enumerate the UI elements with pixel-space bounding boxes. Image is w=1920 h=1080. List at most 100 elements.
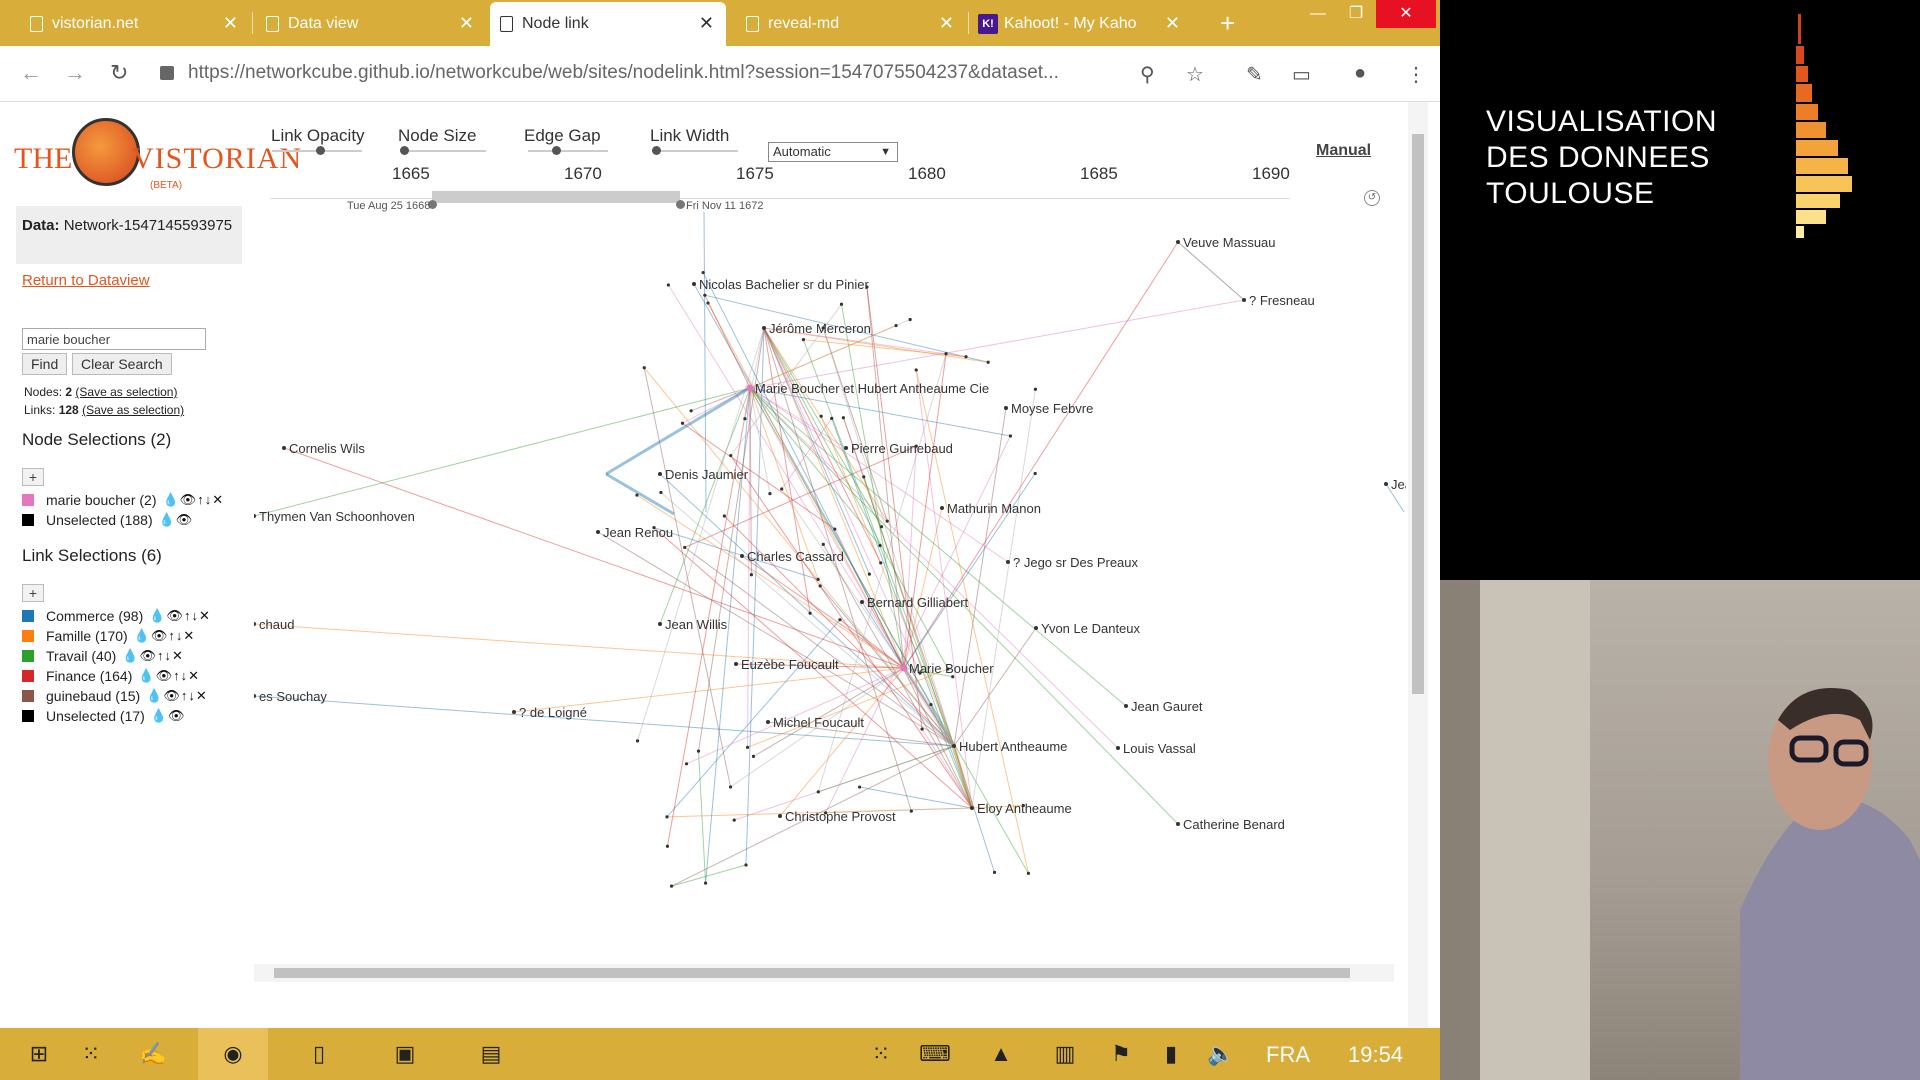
selection-row[interactable]: guinebaud (15) 💧👁↑↓✕ [22, 687, 208, 705]
graph-node[interactable] [1034, 626, 1038, 630]
graph-node[interactable] [1004, 406, 1008, 410]
node-size-slider[interactable] [400, 150, 486, 152]
reload-icon[interactable]: ↻ [110, 60, 128, 86]
graph-node[interactable] [1242, 298, 1246, 302]
graph-node[interactable] [666, 283, 670, 287]
clear-search-button[interactable]: Clear Search [72, 353, 172, 375]
node-label[interactable]: Cornelis Wils [289, 441, 365, 456]
vertical-scrollbar[interactable] [1408, 102, 1428, 1028]
graph-node[interactable] [665, 815, 669, 819]
graph-node[interactable] [680, 421, 685, 425]
timeline-end-handle[interactable] [676, 200, 685, 209]
graph-node[interactable] [254, 694, 256, 698]
graph-node[interactable] [596, 530, 600, 534]
graph-node[interactable] [692, 282, 696, 286]
search-input[interactable] [22, 328, 206, 350]
graph-node[interactable] [254, 622, 256, 626]
manual-link[interactable]: Manual [1316, 142, 1371, 160]
graph-node[interactable] [744, 863, 748, 867]
node-label[interactable]: Jea [1391, 477, 1406, 492]
graph-node[interactable] [729, 453, 733, 458]
back-icon[interactable]: ← [20, 60, 42, 86]
graph-node[interactable] [839, 302, 844, 306]
close-icon[interactable]: ✕ [699, 13, 714, 34]
node-label[interactable]: Euzèbe Foucault [741, 657, 839, 672]
graph-node[interactable] [669, 884, 674, 888]
graph-node[interactable] [1026, 871, 1031, 875]
graph-node[interactable] [1124, 704, 1128, 708]
graph-node[interactable] [908, 317, 912, 322]
node-label[interactable]: Jean Willis [665, 617, 728, 632]
node-label[interactable]: ? de Loigné [519, 705, 587, 720]
restore-icon[interactable]: ❐ [1336, 0, 1376, 28]
node-label[interactable]: Christophe Provost [785, 809, 896, 824]
graph-node[interactable] [282, 446, 286, 450]
graph-node[interactable] [689, 409, 693, 413]
graph-node[interactable] [816, 790, 820, 794]
selection-row[interactable]: Finance (164) 💧👁↑↓✕ [22, 667, 200, 685]
menu-icon[interactable]: ⋮ [1406, 62, 1426, 87]
graph-node[interactable] [894, 323, 898, 328]
scroll-thumb[interactable] [1412, 134, 1424, 694]
tab-reveal-md[interactable]: reveal-md ✕ [736, 2, 966, 46]
node-label[interactable]: Jean Renou [603, 525, 673, 540]
selection-row[interactable]: marie boucher (2) 💧👁↑↓✕ [22, 491, 224, 509]
language-indicator[interactable]: FRA [1266, 1042, 1310, 1068]
graph-node[interactable] [885, 519, 889, 523]
capture-app-icon[interactable]: ▣ [370, 1028, 440, 1080]
node-label[interactable]: Bernard Gilliabert [867, 595, 969, 610]
graph-node[interactable] [683, 545, 687, 550]
color-swatch[interactable] [22, 630, 34, 642]
close-icon[interactable]: ✕ [1165, 13, 1180, 34]
graph-node[interactable] [844, 446, 848, 450]
tray-up-icon[interactable]: ▲ [966, 1028, 1036, 1080]
horizontal-scrollbar[interactable] [254, 964, 1394, 982]
selection-row[interactable]: Famille (170) 💧👁↑↓✕ [22, 627, 195, 645]
graph-node[interactable] [940, 506, 944, 510]
graph-node[interactable] [879, 561, 883, 565]
node-label[interactable]: Nicolas Bachelier sr du Pinier [699, 277, 869, 292]
node-label[interactable]: Mathurin Manon [947, 501, 1041, 516]
graph-node[interactable] [778, 814, 782, 818]
minimize-icon[interactable]: — [1298, 0, 1338, 28]
graph-node[interactable] [909, 809, 913, 813]
color-swatch[interactable] [22, 610, 34, 622]
network-graph[interactable]: Veuve Massuau ? Fresneau Nicolas Bachelier… [254, 212, 1406, 912]
graph-node[interactable] [862, 475, 866, 479]
selection-action-icons[interactable]: 💧👁↑↓✕ [146, 688, 208, 704]
graph-node[interactable] [857, 785, 862, 789]
node-label[interactable]: Louis Vassal [1123, 741, 1196, 756]
graph-node[interactable] [743, 417, 747, 421]
selection-action-icons[interactable]: 💧👁↑↓✕ [163, 492, 225, 508]
graph-node[interactable] [986, 360, 990, 364]
selection-action-icons[interactable]: 💧👁↑↓✕ [134, 628, 196, 644]
tab-vistorian[interactable]: vistorian.net ✕ [20, 2, 250, 46]
graph-node[interactable] [665, 844, 670, 848]
graph-node[interactable] [1008, 434, 1013, 438]
window-close-icon[interactable]: ✕ [1376, 0, 1436, 28]
graph-node[interactable] [952, 744, 956, 748]
save-nodes-link[interactable]: (Save as selection) [75, 385, 177, 399]
tab-kahoot[interactable]: K! Kahoot! - My Kaho ✕ [972, 2, 1192, 46]
graph-node[interactable] [808, 611, 812, 615]
node-label[interactable]: Pierre Guinebaud [851, 441, 953, 456]
graph-node[interactable] [722, 514, 726, 518]
node-label[interactable]: Jérôme Merceron [769, 321, 871, 336]
graph-node[interactable] [658, 472, 662, 476]
graph-node[interactable] [745, 745, 750, 749]
return-to-dataview-link[interactable]: Return to Dataview [22, 272, 150, 289]
add-node-selection-button[interactable]: + [22, 468, 44, 486]
graph-node[interactable] [740, 554, 744, 558]
pen-app-icon[interactable]: ✍ [118, 1028, 188, 1080]
zoom-icon[interactable]: ⚲ [1140, 62, 1155, 87]
graph-node[interactable] [635, 493, 639, 497]
graph-node[interactable] [1033, 387, 1037, 391]
graph-node[interactable] [728, 785, 733, 789]
timeline-track[interactable] [270, 198, 1290, 199]
tab-data-view[interactable]: Data view ✕ [256, 2, 486, 46]
node-label[interactable]: Jean Gauret [1131, 699, 1203, 714]
selection-action-icons[interactable]: 💧👁↑↓✕ [138, 668, 200, 684]
graph-node[interactable] [706, 301, 710, 305]
node-label[interactable]: Denis Jaumier [665, 467, 749, 482]
edge-gap-slider[interactable] [528, 150, 608, 152]
